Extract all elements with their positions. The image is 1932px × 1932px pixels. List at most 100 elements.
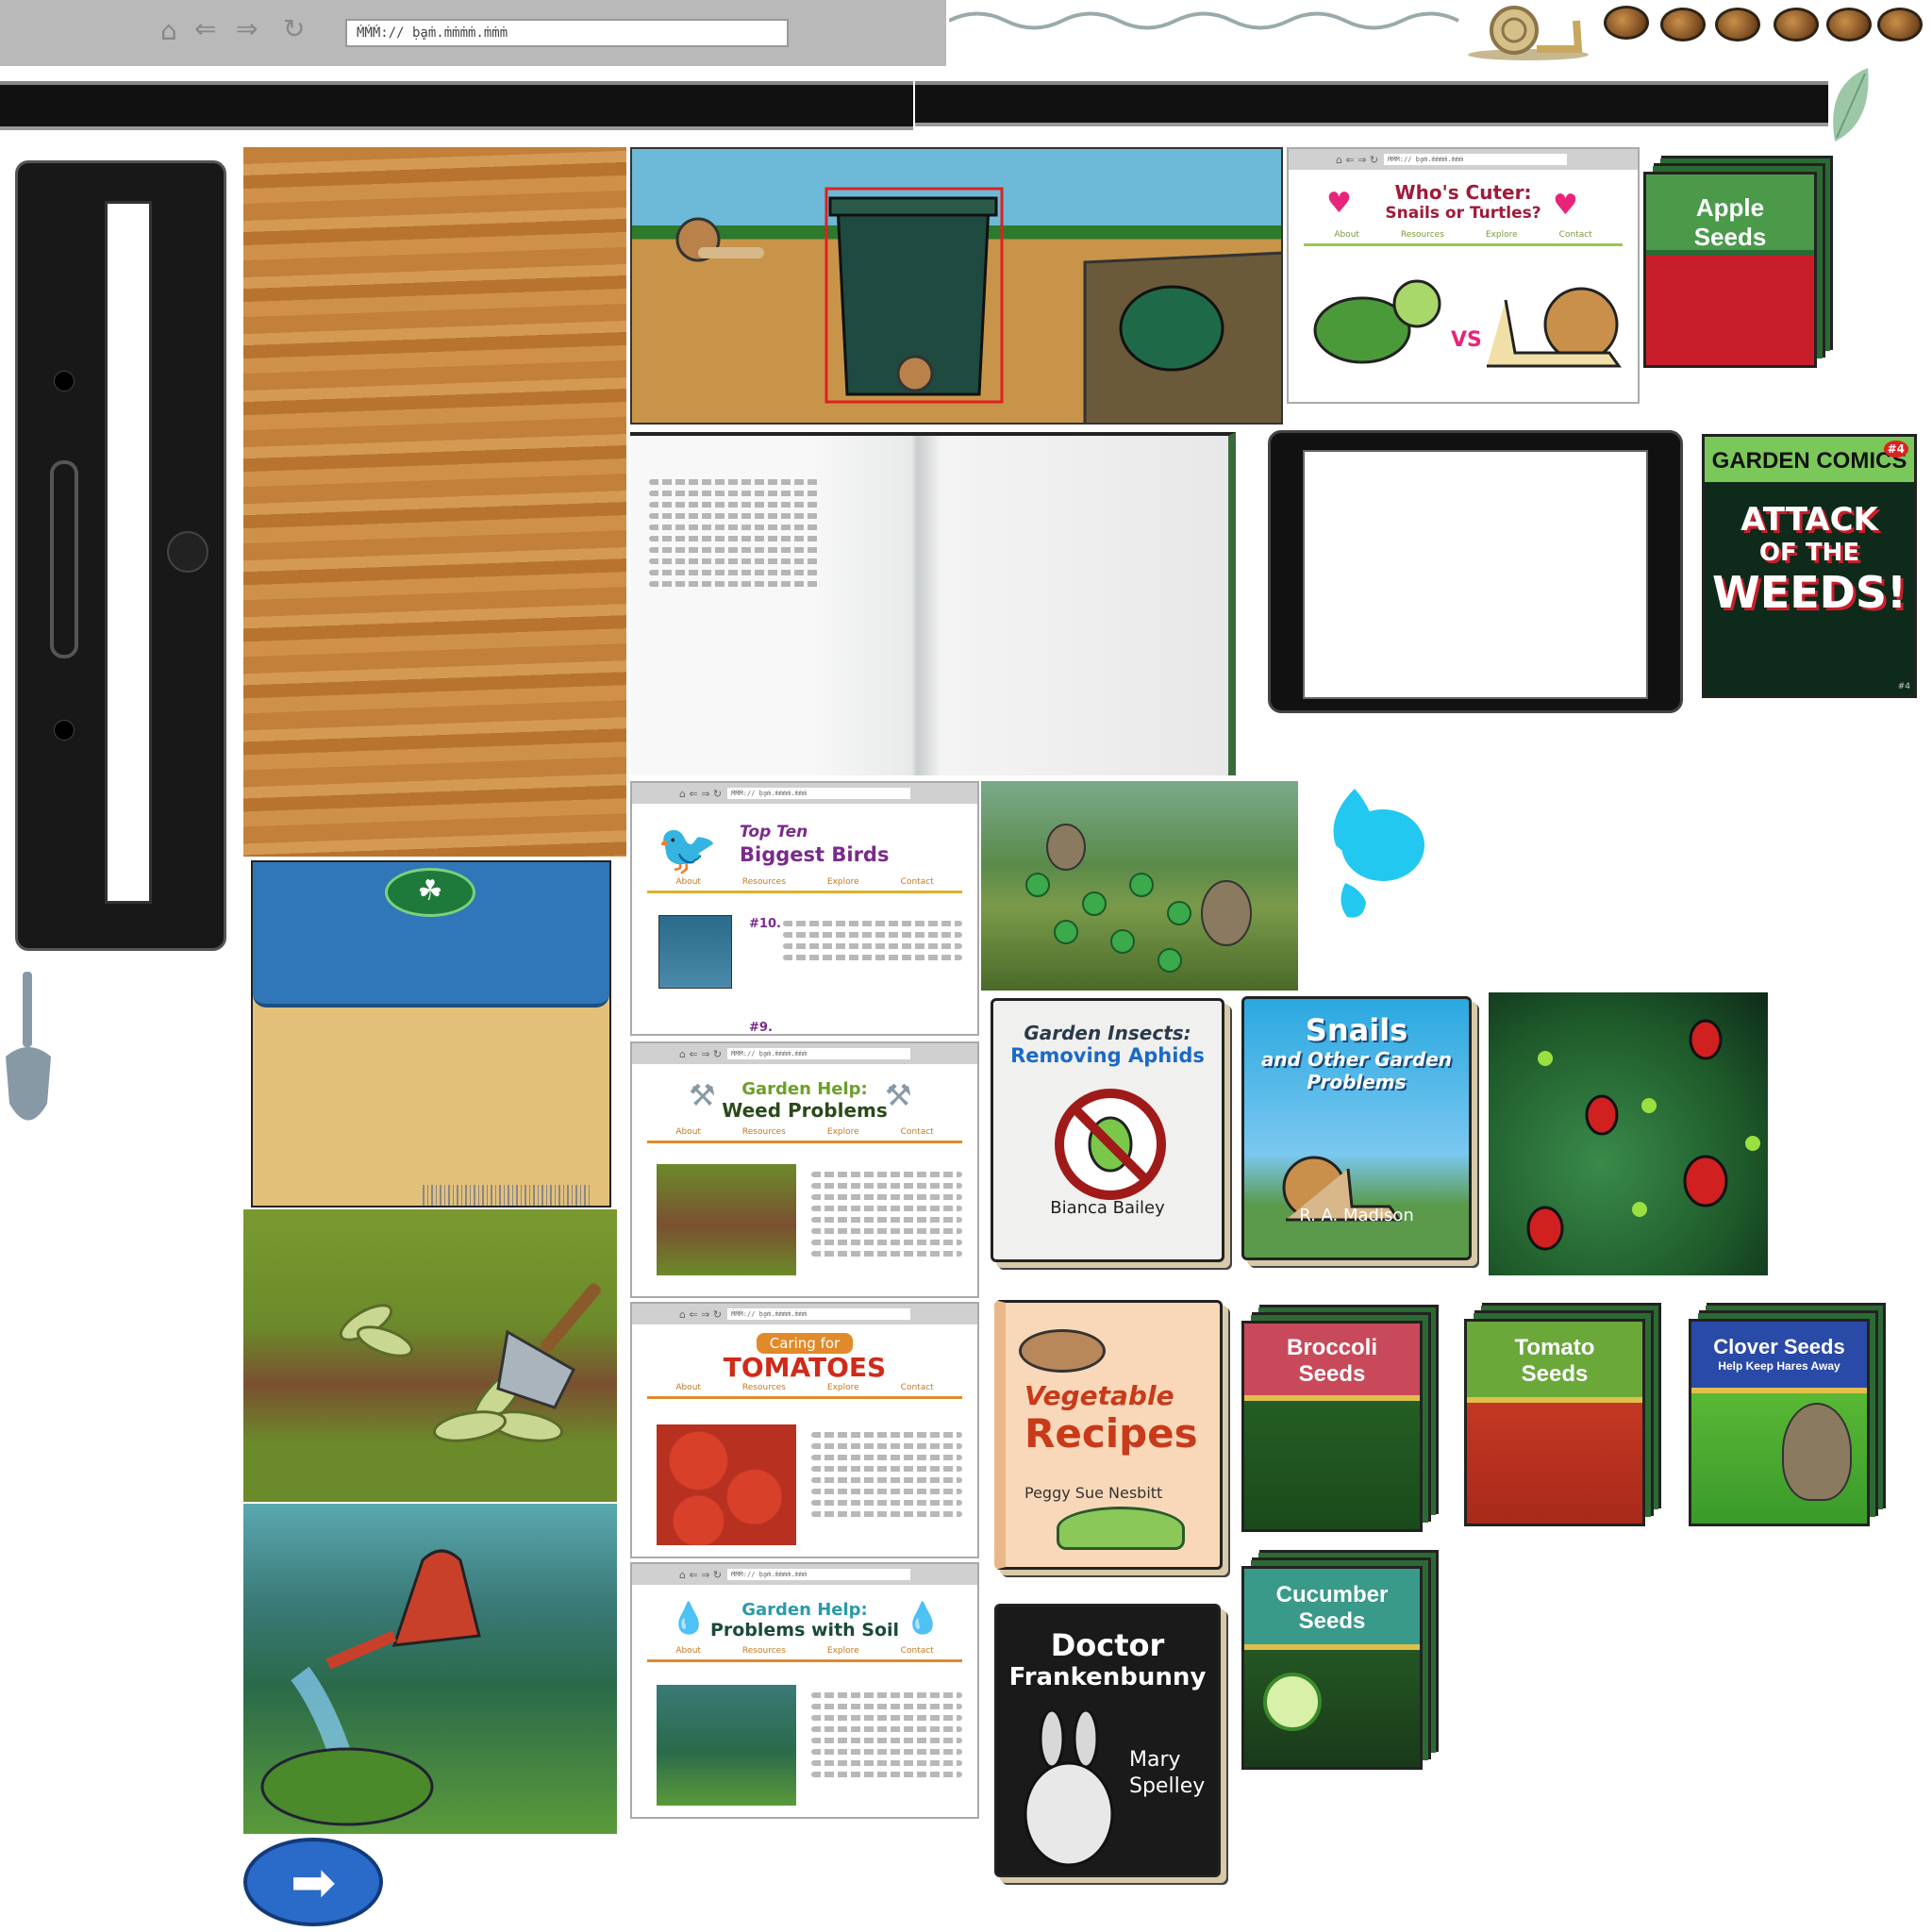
book-title: Doctor — [1050, 1627, 1165, 1663]
folder[interactable]: ☘ — [251, 860, 611, 1208]
seed-packet-tomato[interactable]: Tomato Seeds — [1464, 1319, 1645, 1526]
browser-toolbar: ⌂ ⇐ ⇒ ↻ ḾḾḾ:// ḅḁṁ.ṁṁṁṁ.ṁṁṁ — [0, 0, 946, 66]
website-soil-problems[interactable]: ⌂ ⇐ ⇒ ↻ ḾḾḾ:// ḅḁṁ.ṁṁṁṁ.ṁṁṁ 💧 💧 Garden He… — [630, 1562, 979, 1819]
packet-subtitle: Seeds — [1693, 223, 1767, 251]
book-author: R. A. Madison — [1299, 1206, 1414, 1225]
website-weed-problems[interactable]: ⌂ ⇐ ⇒ ↻ ḾḾḾ:// ḅḁṁ.ṁṁṁṁ.ṁṁṁ ⚒ ⚒ Garden He… — [630, 1041, 979, 1298]
packet-subtitle: Help Keep Hares Away — [1718, 1359, 1840, 1373]
snail-trap-scene — [630, 147, 1283, 425]
nav-contact[interactable]: Contact — [901, 1127, 934, 1137]
site-subtitle: TOMATOES — [723, 1352, 887, 1383]
comic-corner: #4 — [1897, 682, 1910, 691]
next-button[interactable]: ➡ — [243, 1838, 383, 1926]
book-author-2: Spelley — [1129, 1774, 1206, 1798]
seed-packet-broccoli[interactable]: Broccoli Seeds — [1241, 1321, 1423, 1532]
leaf-icon — [1833, 68, 1869, 142]
book-title: Garden Insects: — [1024, 1022, 1191, 1044]
reload-icon[interactable]: ↻ — [283, 13, 305, 44]
nav-resources[interactable]: Resources — [742, 1383, 786, 1392]
nav-contact[interactable]: Contact — [901, 1383, 934, 1392]
watering-scene — [243, 1504, 617, 1834]
website-tomatoes[interactable]: ⌂ ⇐ ⇒ ↻ ḾḾḾ:// ḅḁṁ.ṁṁṁṁ.ṁṁṁ Caring for TO… — [630, 1302, 979, 1558]
site-title: Top Ten — [740, 823, 808, 841]
comic-title: GARDEN COMICS — [1705, 437, 1914, 482]
book-title: Snails — [1305, 1012, 1408, 1048]
packet-title: Tomato — [1514, 1335, 1595, 1360]
packet-title: Apple — [1695, 193, 1765, 222]
snail-icon — [1468, 6, 1589, 60]
seed-icon — [1826, 8, 1872, 42]
nav-resources[interactable]: Resources — [742, 877, 786, 887]
weed-scene — [243, 1209, 617, 1502]
packet-subtitle: Seeds — [1298, 1361, 1366, 1387]
comic-line2: OF THE — [1758, 539, 1860, 567]
rabbit-icon — [1024, 1710, 1114, 1867]
packet-subtitle: Seeds — [1298, 1608, 1366, 1634]
vs-label: VS — [1451, 328, 1482, 352]
site-subtitle: Biggest Birds — [740, 843, 890, 866]
book-removing-aphids[interactable]: Garden Insects: Removing Aphids Bianca B… — [991, 998, 1224, 1262]
water-drop-icon: 💧 — [670, 1600, 708, 1636]
nav-explore[interactable]: Explore — [827, 1127, 859, 1137]
heart-icon: ♥ — [1326, 187, 1352, 220]
watering-thumbnail — [657, 1685, 796, 1806]
website-biggest-birds[interactable]: ⌂ ⇐ ⇒ ↻ ḾḾḾ:// ḅḁṁ.ṁṁṁṁ.ṁṁṁ 🐦 Top Ten Big… — [630, 781, 979, 1036]
book-doctor-frankenbunny[interactable]: Doctor Frankenbunny Mary Spelley — [994, 1604, 1221, 1877]
comic-line3: WEEDS! — [1712, 567, 1907, 618]
website-snails-turtles[interactable]: ⌂ ⇐ ⇒ ↻ ḾḾḾ:// ḅḁṁ.ṁṁṁṁ.ṁṁṁ Who's Cuter: … — [1287, 147, 1640, 404]
cabbage-icon — [1057, 1507, 1185, 1550]
snail-icon — [1487, 287, 1622, 368]
nav-contact[interactable]: Contact — [901, 877, 934, 887]
packet-title: Cucumber — [1275, 1582, 1389, 1607]
tablet-screen[interactable] — [1303, 450, 1648, 699]
seed-icon — [1877, 8, 1923, 42]
knob-icon[interactable] — [167, 531, 208, 573]
comic-line1: ATTACK — [1740, 501, 1878, 539]
book-vegetable-recipes[interactable]: Vegetable Recipes Peggy Sue Nesbitt — [994, 1300, 1223, 1570]
cucumber-slice-icon — [1263, 1673, 1322, 1731]
seed-icon — [1660, 8, 1706, 42]
nav-about[interactable]: About — [675, 877, 701, 887]
arrow-left-icon[interactable]: ⇐ — [194, 13, 216, 44]
nav-about[interactable]: About — [675, 1646, 701, 1656]
seed-packet-cucumber[interactable]: Cucumber Seeds — [1241, 1566, 1423, 1770]
tablet[interactable] — [1268, 430, 1683, 713]
nav-contact[interactable]: Contact — [901, 1646, 934, 1656]
nav-explore[interactable]: Explore — [827, 1383, 859, 1392]
nav-resources[interactable]: Resources — [742, 1646, 786, 1656]
no-bug-icon — [1055, 1089, 1166, 1200]
nav-explore[interactable]: Explore — [827, 877, 859, 887]
seed-packet-apple[interactable]: Apple Seeds — [1643, 172, 1817, 368]
open-book — [630, 432, 1236, 775]
nav-about[interactable]: About — [675, 1127, 701, 1137]
comic-issue: #4 — [1883, 441, 1908, 458]
book-subtitle: and Other Garden — [1260, 1048, 1453, 1071]
trowel-icon[interactable] — [0, 972, 57, 1132]
nav-contact[interactable]: Contact — [1559, 230, 1592, 240]
home-icon[interactable]: ⌂ — [160, 15, 177, 46]
spoon-icon — [1019, 1329, 1106, 1373]
comic-book[interactable]: GARDEN COMICS #4 ATTACK OF THE WEEDS! #4 — [1702, 434, 1917, 698]
site-title: Garden Help: — [741, 1079, 868, 1099]
nav-resources[interactable]: Resources — [742, 1127, 786, 1137]
water-drop-icon — [1333, 789, 1424, 918]
url-field[interactable]: ḾḾḾ:// ḅḁṁ.ṁṁṁṁ.ṁṁṁ — [345, 19, 789, 47]
packet-title: Clover Seeds — [1713, 1335, 1845, 1358]
arrow-right-icon[interactable]: ⇒ — [236, 13, 258, 44]
nav-about[interactable]: About — [675, 1383, 701, 1392]
binder-spine — [15, 160, 226, 951]
nav-about[interactable]: About — [1334, 230, 1359, 240]
nav-resources[interactable]: Resources — [1401, 230, 1444, 240]
nav-explore[interactable]: Explore — [827, 1646, 859, 1656]
wood-texture — [243, 147, 626, 857]
packet-subtitle: Seeds — [1521, 1361, 1589, 1387]
weed-thumbnail — [657, 1164, 796, 1275]
book-snails-garden-problems[interactable]: Snails and Other Garden Problems R. A. M… — [1241, 996, 1472, 1260]
water-drop-icon: 💧 — [904, 1600, 941, 1636]
rabbits-clover-scene — [981, 781, 1298, 991]
bird-icon: 🐦 — [657, 822, 718, 878]
seed-packet-clover[interactable]: Clover Seeds Help Keep Hares Away — [1689, 1319, 1870, 1526]
swan-thumbnail — [658, 915, 732, 989]
nav-explore[interactable]: Explore — [1486, 230, 1518, 240]
seed-icon — [1604, 6, 1649, 40]
